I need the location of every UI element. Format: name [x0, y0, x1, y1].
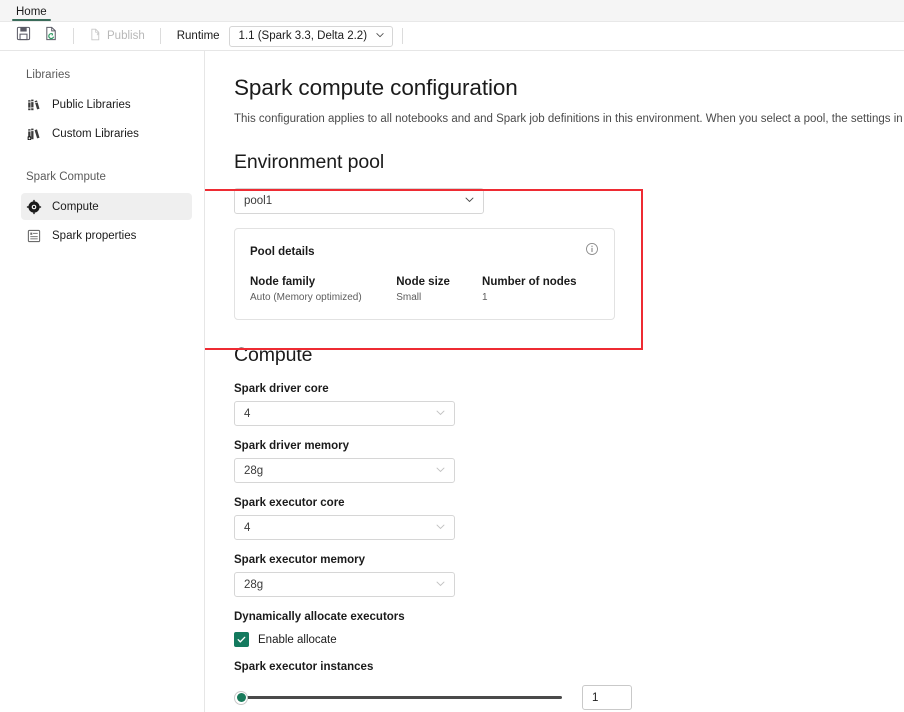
spark-driver-memory-select[interactable]: 28g: [234, 458, 455, 483]
enable-allocate-checkbox-row[interactable]: Enable allocate: [234, 632, 904, 647]
field-dynamic-allocation: Dynamically allocate executors Enable al…: [234, 611, 904, 647]
runtime-dropdown[interactable]: 1.1 (Spark 3.3, Delta 2.2): [229, 26, 393, 47]
executor-instances-label: Spark executor instances: [234, 661, 904, 673]
main-content: Spark compute configuration This configu…: [205, 51, 904, 712]
pool-detail-node-size: Node size Small: [396, 276, 482, 303]
app-root: Home: [0, 0, 904, 712]
pool-detail-value: Auto (Memory optimized): [250, 292, 396, 303]
toolbar-divider-3: [402, 28, 403, 44]
environment-pool-select[interactable]: pool1: [234, 188, 484, 214]
spark-driver-core-value: 4: [244, 408, 250, 420]
spark-driver-core-select[interactable]: 4: [234, 401, 455, 426]
environment-pool-value: pool1: [244, 195, 272, 207]
publish-label: Publish: [107, 30, 145, 42]
tab-home-label: Home: [16, 6, 47, 18]
enable-allocate-checkbox[interactable]: [234, 632, 249, 647]
chevron-down-icon: [464, 194, 475, 208]
toolbar-divider-2: [160, 28, 161, 44]
sidebar-item-label: Spark properties: [52, 230, 136, 242]
sidebar: Libraries Public Libraries: [0, 51, 205, 712]
compute-chip-icon: [26, 199, 42, 215]
toolbar-divider-1: [73, 28, 74, 44]
sidebar-item-label: Public Libraries: [52, 99, 131, 111]
pool-detail-value: 1: [482, 292, 599, 303]
chevron-down-icon: [435, 521, 446, 535]
sidebar-item-label: Compute: [52, 201, 99, 213]
executor-instances-row: 1: [234, 685, 904, 710]
info-circle-icon[interactable]: [585, 242, 599, 261]
chevron-down-icon: [375, 30, 385, 43]
runtime-label: Runtime: [170, 30, 227, 42]
pool-details-header: Pool details: [250, 242, 599, 261]
library-books-icon: [26, 97, 42, 113]
chevron-down-icon: [435, 464, 446, 478]
sidebar-group-title-libraries: Libraries: [0, 69, 204, 89]
save-as-button[interactable]: [38, 24, 64, 48]
spark-executor-memory-value: 28g: [244, 579, 263, 591]
properties-list-icon: [26, 228, 42, 244]
custom-library-books-icon: [26, 126, 42, 142]
tab-home[interactable]: Home: [8, 4, 55, 21]
pool-details-card: Pool details Node family Auto (Memory op…: [234, 228, 615, 320]
executor-instances-value: 1: [592, 692, 598, 704]
spark-driver-memory-value: 28g: [244, 465, 263, 477]
sidebar-item-compute[interactable]: Compute: [21, 193, 192, 220]
publish-button[interactable]: Publish: [83, 25, 151, 47]
page-description: This configuration applies to all notebo…: [234, 113, 904, 125]
save-refresh-icon: [44, 26, 59, 46]
page-title: Spark compute configuration: [234, 75, 904, 101]
slider-thumb[interactable]: [234, 691, 248, 705]
enable-allocate-label: Enable allocate: [258, 634, 337, 646]
body: Libraries Public Libraries: [0, 51, 904, 712]
sidebar-item-spark-properties[interactable]: Spark properties: [21, 222, 192, 249]
field-label: Spark driver memory: [234, 440, 904, 452]
field-label: Spark driver core: [234, 383, 904, 395]
publish-document-icon: [89, 28, 102, 44]
sidebar-group-title-spark-compute: Spark Compute: [0, 149, 204, 191]
toolbar: Publish Runtime 1.1 (Spark 3.3, Delta 2.…: [0, 22, 904, 51]
pool-detail-value: Small: [396, 292, 482, 303]
ribbon-tabstrip: Home: [0, 0, 904, 22]
pool-detail-key: Node family: [250, 276, 396, 288]
pool-details-title: Pool details: [250, 246, 315, 258]
field-label: Spark executor core: [234, 497, 904, 509]
chevron-down-icon: [435, 407, 446, 421]
sidebar-item-label: Custom Libraries: [52, 128, 139, 140]
spark-executor-core-select[interactable]: 4: [234, 515, 455, 540]
field-spark-executor-memory: Spark executor memory 28g: [234, 554, 904, 597]
spark-executor-memory-select[interactable]: 28g: [234, 572, 455, 597]
field-spark-driver-memory: Spark driver memory 28g: [234, 440, 904, 483]
save-button[interactable]: [10, 24, 36, 48]
executor-instances-slider[interactable]: [234, 689, 562, 707]
environment-pool-title: Environment pool: [234, 151, 904, 174]
pool-details-columns: Node family Auto (Memory optimized) Node…: [250, 276, 599, 303]
pool-detail-number-of-nodes: Number of nodes 1: [482, 276, 599, 303]
sidebar-item-custom-libraries[interactable]: Custom Libraries: [21, 120, 192, 147]
save-icon: [16, 26, 31, 46]
pool-detail-key: Node size: [396, 276, 482, 288]
field-spark-driver-core: Spark driver core 4: [234, 383, 904, 426]
spark-executor-core-value: 4: [244, 522, 250, 534]
pool-detail-key: Number of nodes: [482, 276, 599, 288]
executor-instances-input[interactable]: 1: [582, 685, 632, 710]
field-spark-executor-instances: Spark executor instances 1: [234, 661, 904, 710]
sidebar-item-public-libraries[interactable]: Public Libraries: [21, 91, 192, 118]
slider-track: [241, 696, 562, 699]
dynamic-allocation-label: Dynamically allocate executors: [234, 611, 904, 623]
field-label: Spark executor memory: [234, 554, 904, 566]
field-spark-executor-core: Spark executor core 4: [234, 497, 904, 540]
chevron-down-icon: [435, 578, 446, 592]
runtime-value: 1.1 (Spark 3.3, Delta 2.2): [239, 30, 367, 42]
compute-section-title: Compute: [234, 344, 904, 367]
pool-detail-node-family: Node family Auto (Memory optimized): [250, 276, 396, 303]
